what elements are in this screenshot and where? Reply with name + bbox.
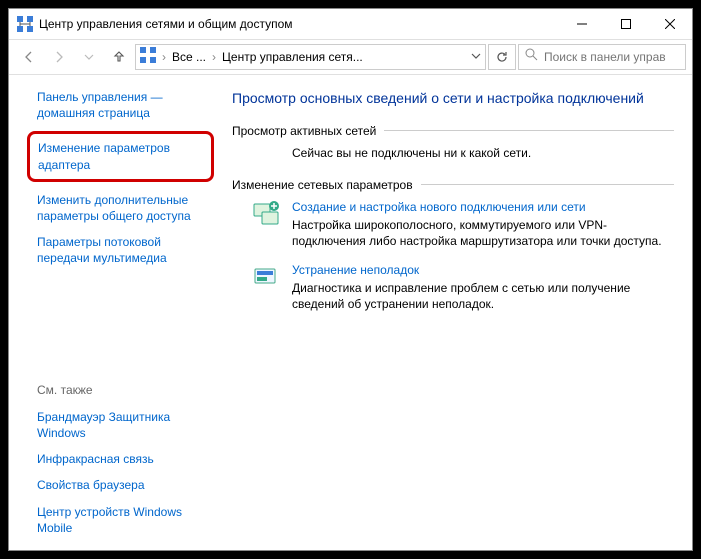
troubleshoot-desc: Диагностика и исправление проблем с сеть… <box>292 280 674 312</box>
window: Центр управления сетями и общим доступом… <box>8 8 693 551</box>
minimize-button[interactable] <box>560 9 604 39</box>
back-button[interactable] <box>15 43 43 71</box>
see-also-heading: См. также <box>37 383 210 397</box>
troubleshoot-icon <box>252 263 280 291</box>
breadcrumb-segment[interactable]: Все ... <box>172 50 206 64</box>
maximize-button[interactable] <box>604 9 648 39</box>
address-bar[interactable]: › Все ... › Центр управления сетя... <box>135 44 486 70</box>
recent-dropdown[interactable] <box>75 43 103 71</box>
up-button[interactable] <box>105 43 133 71</box>
search-box[interactable] <box>518 44 686 70</box>
toolbar: › Все ... › Центр управления сетя... <box>9 39 692 75</box>
network-params-heading: Изменение сетевых параметров <box>232 178 674 192</box>
network-center-icon <box>17 16 33 32</box>
chevron-right-icon[interactable]: › <box>162 50 166 64</box>
breadcrumb-segment[interactable]: Центр управления сетя... <box>222 50 465 64</box>
search-input[interactable] <box>544 50 679 64</box>
page-heading: Просмотр основных сведений о сети и наст… <box>232 89 674 108</box>
new-connection-desc: Настройка широкополосного, коммутируемог… <box>292 217 674 249</box>
no-network-message: Сейчас вы не подключены ни к какой сети. <box>232 146 674 160</box>
sidebar-browser-link[interactable]: Свойства браузера <box>37 477 210 493</box>
forward-button[interactable] <box>45 43 73 71</box>
option-new-connection: Создание и настройка нового подключения … <box>232 200 674 249</box>
sidebar-media-link[interactable]: Параметры потоковой передачи мультимедиа <box>37 234 210 266</box>
troubleshoot-link[interactable]: Устранение неполадок <box>292 263 674 277</box>
main-panel: Просмотр основных сведений о сети и наст… <box>224 75 692 550</box>
window-title: Центр управления сетями и общим доступом <box>39 17 560 31</box>
sidebar-mobile-link[interactable]: Центр устройств Windows Mobile <box>37 504 210 536</box>
refresh-button[interactable] <box>488 44 516 70</box>
sidebar-adapter-link[interactable]: Изменение параметров адаптера <box>38 140 203 172</box>
sidebar-infrared-link[interactable]: Инфракрасная связь <box>37 451 210 467</box>
sidebar: Панель управления — домашняя страница Из… <box>9 75 224 550</box>
option-troubleshoot: Устранение неполадок Диагностика и испра… <box>232 263 674 312</box>
new-connection-icon <box>252 200 280 228</box>
sidebar-firewall-link[interactable]: Брандмауэр Защитника Windows <box>37 409 210 441</box>
new-connection-link[interactable]: Создание и настройка нового подключения … <box>292 200 674 214</box>
sidebar-home-link[interactable]: Панель управления — домашняя страница <box>37 89 210 121</box>
chevron-right-icon[interactable]: › <box>212 50 216 64</box>
close-button[interactable] <box>648 9 692 39</box>
network-center-icon <box>140 47 156 68</box>
sidebar-sharing-link[interactable]: Изменить дополнительные параметры общего… <box>37 192 210 224</box>
address-dropdown-icon[interactable] <box>471 48 481 66</box>
titlebar: Центр управления сетями и общим доступом <box>9 9 692 39</box>
search-icon <box>525 48 538 66</box>
highlight-annotation: Изменение параметров адаптера <box>27 131 214 181</box>
active-networks-heading: Просмотр активных сетей <box>232 124 674 138</box>
